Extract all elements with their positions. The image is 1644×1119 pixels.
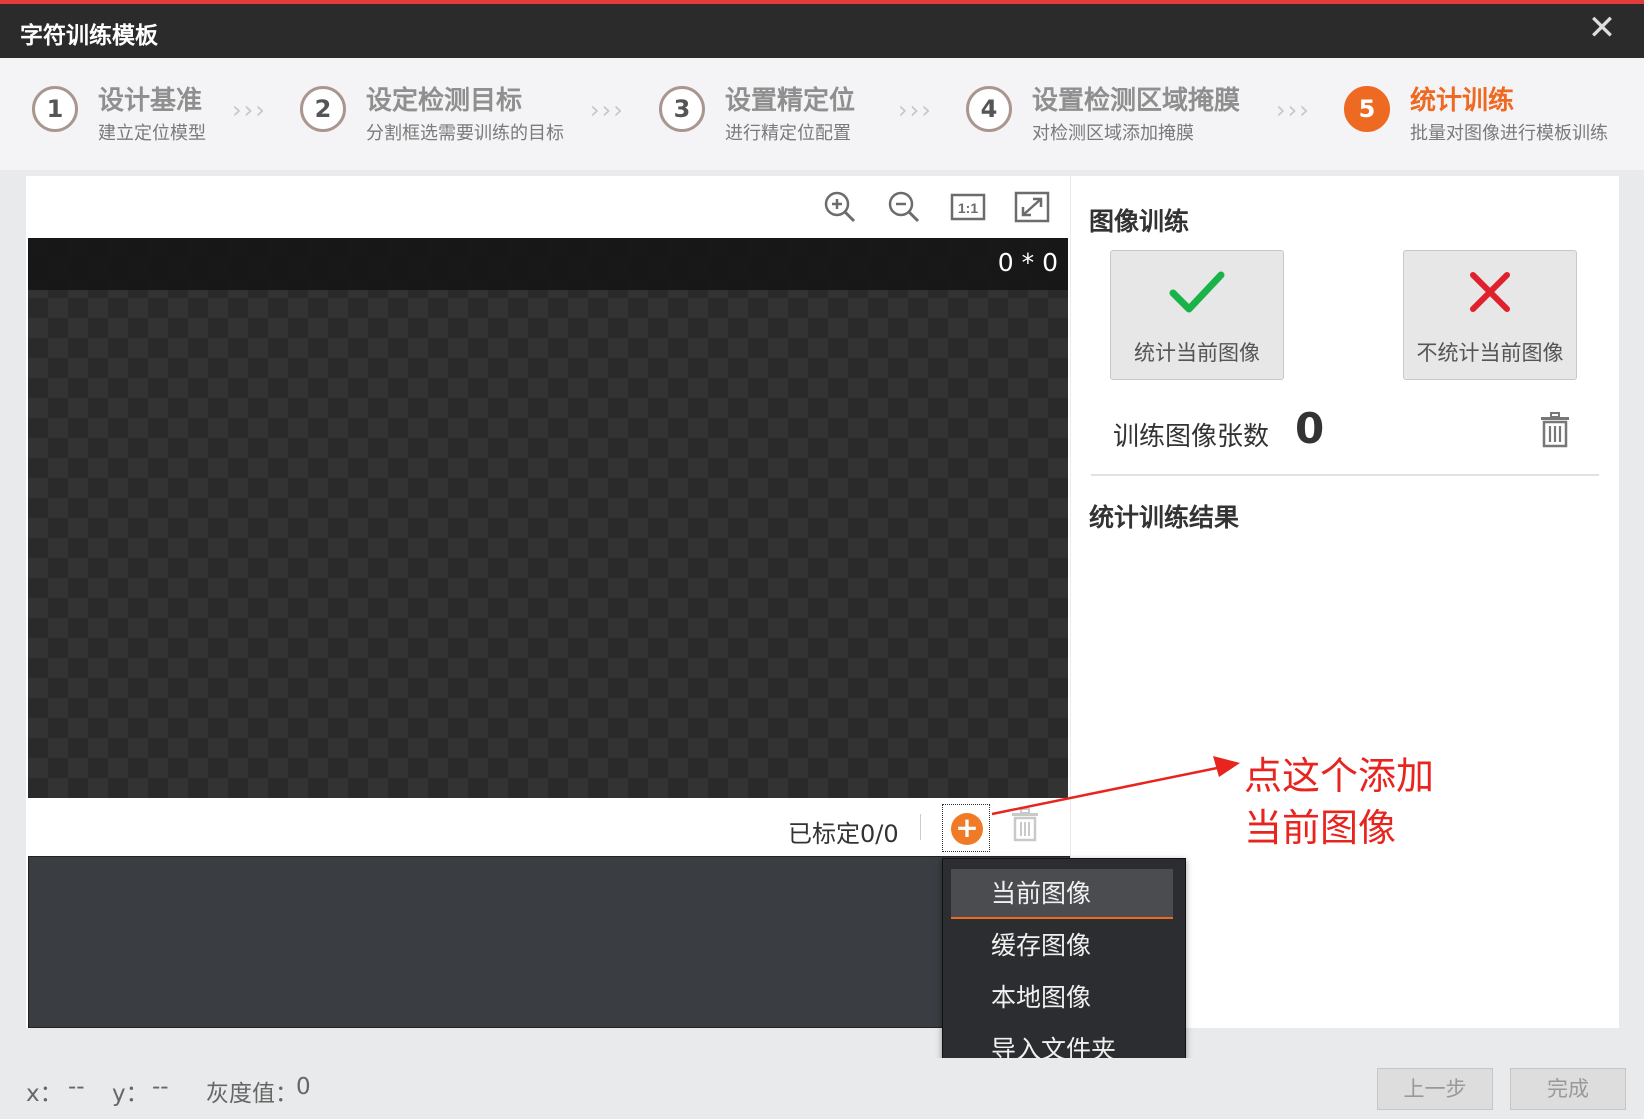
step-number: 4 <box>966 86 1012 132</box>
step-separator-icon: ››› <box>232 96 267 124</box>
image-list-bar: 已标定0/0 + <box>26 798 1070 854</box>
finish-button[interactable]: 完成 <box>1510 1068 1626 1110</box>
prev-step-button[interactable]: 上一步 <box>1377 1068 1493 1110</box>
count-current-label: 统计当前图像 <box>1134 341 1260 365</box>
title-bar: 字符训练模板 ✕ <box>0 4 1644 58</box>
zoom-in-icon[interactable] <box>822 189 858 225</box>
train-count-label: 训练图像张数 <box>1113 422 1270 452</box>
step-separator-icon: ››› <box>898 96 933 124</box>
close-icon[interactable]: ✕ <box>1584 10 1620 46</box>
count-current-image-button[interactable]: 统计当前图像 <box>1110 250 1284 380</box>
step-title: 设定检测目标 <box>366 86 523 116</box>
annotation-line-1: 点这个添加 <box>1244 754 1435 798</box>
step-subtitle: 分割框选需要训练的目标 <box>366 123 564 144</box>
step-title: 统计训练 <box>1410 86 1515 116</box>
annotation-text: 点这个添加 当前图像 <box>1244 750 1434 854</box>
image-training-title: 图像训练 <box>1089 207 1190 236</box>
skip-current-label: 不统计当前图像 <box>1416 341 1564 365</box>
plus-icon: + <box>951 813 983 845</box>
check-icon <box>1169 271 1225 313</box>
x-coord-value: -- <box>68 1074 85 1100</box>
skip-current-image-button[interactable]: 不统计当前图像 <box>1403 250 1577 380</box>
y-coord-value: -- <box>152 1074 169 1100</box>
divider <box>1091 474 1599 476</box>
step-number: 1 <box>32 86 78 132</box>
canvas-header-band <box>28 238 1068 290</box>
step-subtitle: 批量对图像进行模板训练 <box>1410 123 1608 144</box>
image-toolbar: 1:1 <box>26 176 1070 238</box>
actual-size-icon[interactable]: 1:1 <box>950 189 986 225</box>
step-subtitle: 进行精定位配置 <box>725 123 851 144</box>
gray-value-label: 灰度值： <box>206 1081 298 1107</box>
step-title: 设置检测区域掩膜 <box>1032 86 1241 116</box>
menu-item-local-image[interactable]: 本地图像 <box>951 973 1173 1023</box>
step-separator-icon: ››› <box>590 96 625 124</box>
menu-item-cached-image[interactable]: 缓存图像 <box>951 921 1173 971</box>
separator <box>920 814 921 840</box>
step-number: 2 <box>300 86 346 132</box>
add-image-button[interactable]: + <box>942 804 990 852</box>
gray-value: 0 <box>296 1074 311 1100</box>
y-coord-label: y： <box>112 1081 149 1107</box>
image-size-readout: 0 * 0 <box>997 248 1058 277</box>
step-title: 设计基准 <box>98 86 203 116</box>
window-title: 字符训练模板 <box>20 23 158 49</box>
menu-item-current-image[interactable]: 当前图像 <box>951 869 1173 919</box>
add-image-menu: 当前图像 缓存图像 本地图像 导入文件夹 <box>942 858 1186 1086</box>
status-bar: x： -- y： -- 灰度值： 0 上一步 完成 <box>0 1058 1644 1119</box>
annotation-line-2: 当前图像 <box>1244 806 1397 850</box>
step-wizard: 1 设计基准 建立定位模型 ››› 2 设定检测目标 分割框选需要训练的目标 ›… <box>0 58 1644 170</box>
actual-size-label: 1:1 <box>958 200 978 216</box>
train-count-value: 0 <box>1295 404 1325 453</box>
image-canvas[interactable]: 0 * 0 <box>28 238 1068 798</box>
step-number: 5 <box>1344 86 1390 132</box>
image-panel: 1:1 0 * 0 已标定0/0 + <box>26 176 1070 1028</box>
step-subtitle: 对检测区域添加掩膜 <box>1032 123 1194 144</box>
result-title: 统计训练结果 <box>1089 503 1240 532</box>
trash-icon[interactable] <box>1010 808 1040 842</box>
marked-count: 已标定0/0 <box>788 820 899 848</box>
step-separator-icon: ››› <box>1276 96 1311 124</box>
zoom-out-icon[interactable] <box>886 189 922 225</box>
step-title: 设置精定位 <box>725 86 856 116</box>
clear-training-trash-icon[interactable] <box>1539 412 1571 448</box>
step-subtitle: 建立定位模型 <box>98 123 206 144</box>
step-number: 3 <box>659 86 705 132</box>
fit-screen-icon[interactable] <box>1014 189 1050 225</box>
thumbnail-strip[interactable] <box>28 856 1070 1028</box>
cross-icon <box>1470 272 1510 312</box>
x-coord-label: x： <box>26 1081 63 1107</box>
